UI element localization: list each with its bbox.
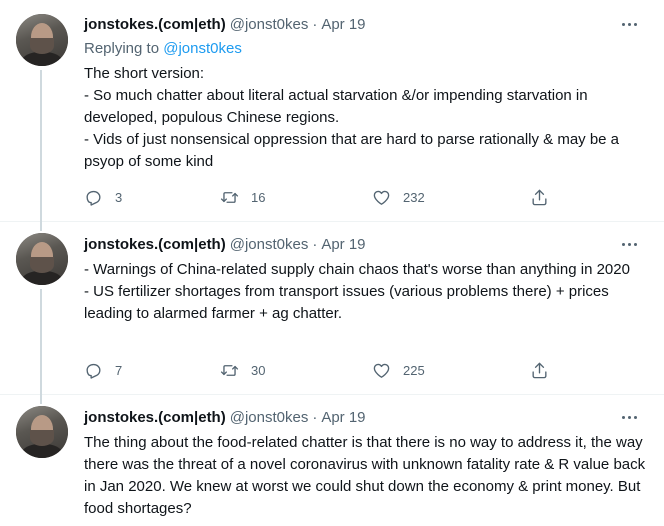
share-icon	[532, 362, 547, 378]
replying-to-handle[interactable]: @jonst0kes	[163, 40, 242, 57]
tweet-text: The thing about the food-related chatter…	[84, 432, 648, 520]
thread-connector-line	[40, 221, 42, 231]
more-icon[interactable]	[618, 407, 640, 427]
retweet-icon	[220, 191, 239, 203]
author-name[interactable]: jonstokes.(com|eth)	[84, 16, 226, 33]
author-name[interactable]: jonstokes.(com|eth)	[84, 409, 226, 426]
thread-connector-line	[40, 289, 42, 394]
avatar[interactable]	[16, 406, 68, 458]
tweet-text-line: - US fertilizer shortages from transport…	[84, 283, 609, 322]
tweet-date[interactable]: Apr 19	[321, 16, 365, 33]
like-count: 232	[403, 189, 425, 205]
avatar[interactable]	[16, 14, 68, 66]
tweet-text-line: - Warnings of China-related supply chain…	[84, 261, 630, 278]
retweet-count: 16	[251, 189, 266, 205]
reply-icon	[86, 190, 101, 206]
heart-icon	[373, 190, 390, 205]
tweet-text-line: The short version:	[84, 65, 205, 82]
replying-to-label: Replying to	[84, 40, 164, 57]
avatar[interactable]	[16, 233, 68, 285]
retweet-button[interactable]: 30	[220, 360, 265, 380]
reply-button[interactable]: 7	[84, 360, 122, 380]
tweet-header: jonstokes.(com|eth) @jonst0kes · Apr 19	[84, 14, 366, 34]
author-handle[interactable]: @jonst0kes	[230, 16, 309, 33]
reply-button[interactable]: 3	[84, 187, 122, 207]
thread-connector-line	[40, 70, 42, 221]
tweet-actions: 3 16 232	[84, 187, 564, 207]
more-icon[interactable]	[618, 14, 640, 34]
share-button[interactable]	[530, 360, 549, 380]
author-handle[interactable]: @jonst0kes	[230, 409, 309, 426]
reply-count: 7	[115, 362, 123, 378]
share-icon	[532, 189, 547, 205]
tweet-date[interactable]: Apr 19	[321, 236, 365, 253]
author-handle[interactable]: @jonst0kes	[230, 236, 309, 253]
tweet-text: - Warnings of China-related supply chain…	[84, 259, 648, 325]
tweet[interactable]: jonstokes.(com|eth) @jonst0kes · Apr 19 …	[0, 221, 664, 394]
replying-to: Replying to @jonst0kes	[84, 40, 242, 57]
separator: ·	[312, 408, 318, 426]
like-count: 225	[403, 362, 425, 378]
separator: ·	[312, 15, 318, 33]
tweet[interactable]: jonstokes.(com|eth) @jonst0kes · Apr 19 …	[0, 0, 664, 221]
tweet-text: The short version: - So much chatter abo…	[84, 63, 648, 173]
like-button[interactable]: 232	[372, 187, 425, 207]
author-name[interactable]: jonstokes.(com|eth)	[84, 236, 226, 253]
tweet-text-line: The thing about the food-related chatter…	[84, 434, 646, 517]
tweet-header: jonstokes.(com|eth) @jonst0kes · Apr 19	[84, 234, 366, 254]
tweet-header: jonstokes.(com|eth) @jonst0kes · Apr 19	[84, 407, 366, 427]
like-button[interactable]: 225	[372, 360, 425, 380]
tweet-actions: 7 30 225	[84, 360, 564, 380]
share-button[interactable]	[530, 187, 549, 207]
tweet-thread: jonstokes.(com|eth) @jonst0kes · Apr 19 …	[0, 0, 664, 526]
retweet-icon	[220, 364, 239, 376]
tweet-text-line: - Vids of just nonsensical oppression th…	[84, 131, 620, 170]
tweet[interactable]: jonstokes.(com|eth) @jonst0kes · Apr 19 …	[0, 394, 664, 526]
heart-icon	[373, 363, 390, 378]
thread-connector-line	[40, 394, 42, 404]
retweet-count: 30	[251, 362, 266, 378]
reply-count: 3	[115, 189, 123, 205]
reply-icon	[86, 363, 101, 379]
separator: ·	[312, 235, 318, 253]
retweet-button[interactable]: 16	[220, 187, 265, 207]
tweet-date[interactable]: Apr 19	[321, 409, 365, 426]
tweet-text-line: - So much chatter about literal actual s…	[84, 87, 588, 126]
more-icon[interactable]	[618, 234, 640, 254]
